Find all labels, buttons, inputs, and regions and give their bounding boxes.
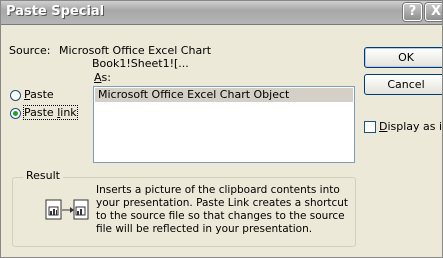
close-button[interactable]: X xyxy=(425,3,442,21)
display-as-icon-checkbox[interactable] xyxy=(364,121,376,133)
title-bar[interactable]: Paste Special ? X xyxy=(1,1,442,25)
source-value: Microsoft Office Excel Chart Book1!Sheet… xyxy=(59,44,211,70)
paste-special-dialog: Paste Special ? X Source: Microsoft Offi… xyxy=(0,0,443,258)
ok-button[interactable]: OK xyxy=(364,47,442,68)
close-icon: X xyxy=(430,4,442,19)
result-label: Result xyxy=(23,169,63,182)
paste-link-radio-label[interactable]: Paste link xyxy=(23,105,78,120)
paste-radio[interactable] xyxy=(10,90,21,101)
source-line-1: Microsoft Office Excel Chart xyxy=(59,44,212,57)
help-button[interactable]: ? xyxy=(403,3,422,21)
result-description: Inserts a picture of the clipboard conte… xyxy=(96,184,349,235)
paste-link-result-icon xyxy=(45,199,89,220)
paste-link-radio[interactable] xyxy=(10,108,21,119)
paste-radio-label[interactable]: Paste xyxy=(24,88,54,101)
dialog-title: Paste Special xyxy=(6,4,105,19)
help-icon: ? xyxy=(408,4,417,19)
as-listbox[interactable]: Microsoft Office Excel Chart Object xyxy=(93,86,355,163)
source-line-2: Book1!Sheet1![... xyxy=(92,57,189,70)
list-item[interactable]: Microsoft Office Excel Chart Object xyxy=(95,88,353,102)
cancel-button[interactable]: Cancel xyxy=(364,74,442,95)
source-label: Source: xyxy=(9,44,51,57)
as-label: As: xyxy=(94,71,111,84)
display-as-icon-label[interactable]: Display as icon xyxy=(379,120,442,133)
